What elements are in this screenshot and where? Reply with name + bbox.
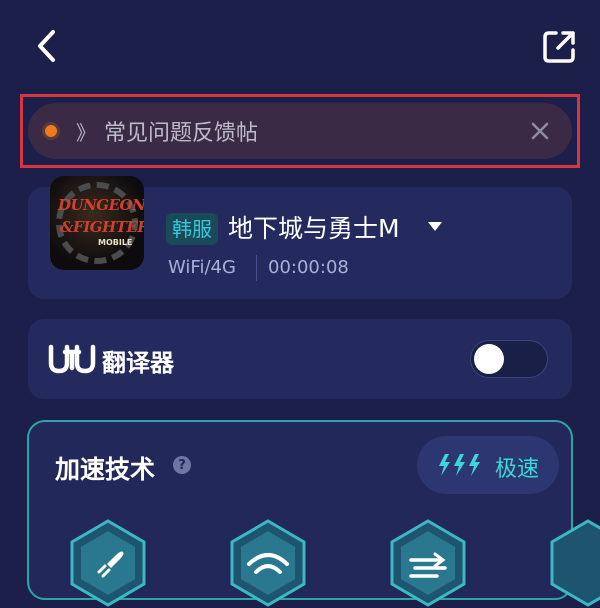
game-title[interactable]: 地下城与勇士M [228, 209, 400, 245]
game-card[interactable]: DUNGEON &FIGHTER MOBILE 韩服 地下城与勇士M WiFi/… [28, 176, 572, 299]
double-arrow-icon: 》 [76, 120, 96, 145]
back-button[interactable] [24, 22, 72, 70]
notice-close-button[interactable] [522, 113, 558, 149]
multi-link-boost-icon[interactable] [389, 518, 467, 608]
share-button[interactable] [534, 22, 584, 72]
wifi-boost-icon[interactable] [229, 518, 307, 608]
notice-bar[interactable]: 》 常见问题反馈帖 [28, 103, 572, 159]
translator-logo-icon [48, 344, 96, 374]
game-logo-text: &FIGHTER [60, 218, 144, 236]
speed-mode-label: 极速 [495, 457, 540, 482]
chevron-left-icon [38, 30, 55, 62]
translator-label: 翻译器 [102, 349, 174, 377]
game-logo-text: DUNGEON [58, 196, 144, 214]
toggle-knob [474, 344, 504, 374]
network-type: WiFi/4G [168, 257, 236, 278]
divider [256, 255, 257, 281]
translator-card: 翻译器 [28, 319, 572, 399]
elapsed-timer: 00:00:08 [268, 257, 349, 278]
notice-text[interactable]: 常见问题反馈帖 [104, 115, 258, 147]
translator-toggle[interactable] [470, 340, 548, 378]
acceleration-card: 加速技术 ? 极速 [27, 420, 600, 607]
region-badge: 韩服 [166, 213, 218, 245]
game-logo-subtext: MOBILE [98, 238, 133, 247]
caret-down-icon[interactable] [428, 222, 442, 231]
speed-mode-button[interactable]: 极速 [417, 436, 559, 494]
lightning-icon [439, 454, 480, 476]
external-share-icon [543, 31, 575, 63]
acceleration-title: 加速技术 [55, 455, 156, 484]
notice-dot-icon [42, 122, 60, 140]
close-icon [531, 122, 549, 140]
help-icon[interactable]: ? [173, 456, 191, 474]
boost-mode-icon[interactable] [549, 518, 600, 608]
game-logo: DUNGEON &FIGHTER MOBILE [50, 176, 144, 270]
rocket-boost-icon[interactable] [69, 518, 147, 608]
